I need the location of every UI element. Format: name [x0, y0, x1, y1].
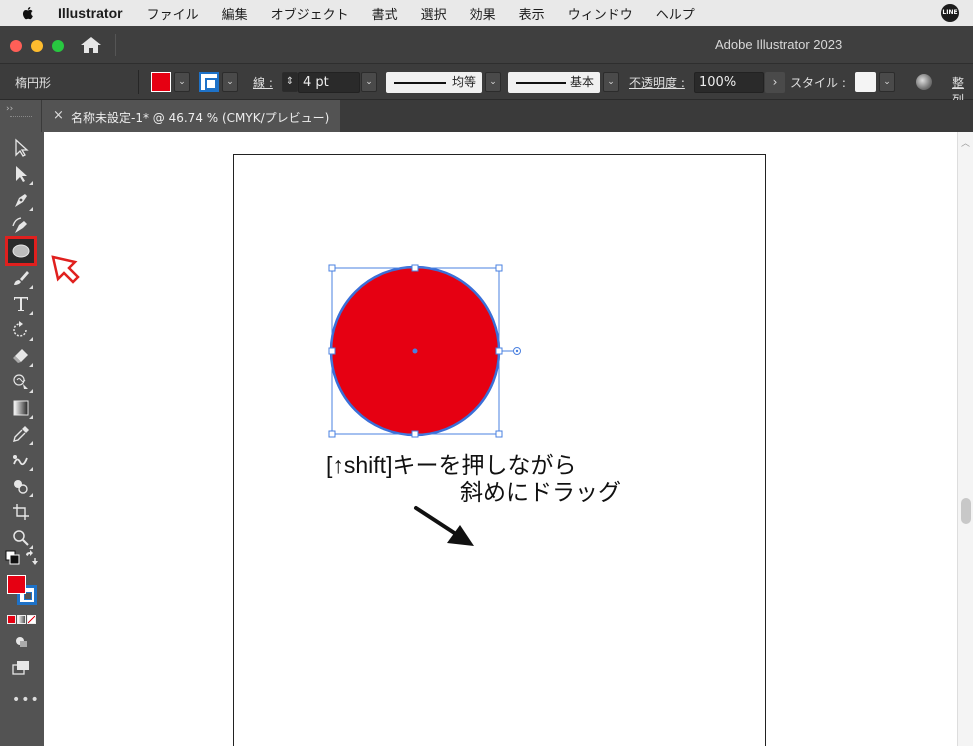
scrollbar-thumb[interactable] — [961, 498, 971, 524]
menu-type[interactable]: 書式 — [372, 4, 398, 23]
recolor-artwork-icon[interactable] — [916, 74, 932, 90]
drag-arrow-head — [447, 525, 474, 546]
brush-label: 基本 — [569, 75, 594, 89]
brush-definition-select[interactable]: 基本 — [508, 72, 600, 93]
collapse-dock-icon[interactable]: ›› — [6, 104, 13, 114]
annotation-line-1: [↑shift]キーを押しながら — [326, 452, 577, 478]
direct-selection-tool-icon[interactable] — [8, 162, 34, 186]
close-tab-icon[interactable]: × — [53, 108, 64, 123]
fill-color-box[interactable] — [7, 575, 26, 594]
canvas-overlay — [328, 264, 521, 546]
selection-tool-icon[interactable] — [8, 136, 34, 160]
stroke-profile-select[interactable]: 均等 — [386, 72, 482, 93]
menu-window[interactable]: ウィンドウ — [568, 4, 633, 23]
stroke-weight-stepper-icon[interactable]: ⇕ — [282, 72, 298, 92]
stroke-weight-chevron-icon[interactable]: ⌄ — [361, 72, 377, 92]
handle-bottom-left[interactable] — [328, 430, 336, 438]
opacity-arrow-icon[interactable]: › — [765, 72, 785, 93]
menu-help[interactable]: ヘルプ — [656, 4, 695, 23]
screen-mode-icon[interactable] — [8, 656, 34, 680]
menu-file[interactable]: ファイル — [147, 4, 199, 23]
pie-widget-dot — [515, 349, 519, 353]
eyedropper-tool-icon[interactable] — [8, 422, 34, 446]
curvature-tool-icon[interactable] — [8, 214, 34, 238]
color-mode-icon[interactable] — [7, 615, 16, 624]
stroke-profile-label: 均等 — [451, 75, 476, 89]
handle-top-center[interactable] — [411, 264, 419, 272]
minimize-window-button[interactable] — [31, 40, 43, 52]
menu-select[interactable]: 選択 — [421, 4, 447, 23]
stroke-label[interactable]: 線 : — [253, 74, 273, 91]
artboard-tool-icon[interactable] — [8, 500, 34, 524]
annotation-line-2: 斜めにドラッグ — [460, 479, 621, 505]
control-bar: 楕円形 ⌄ ⌄ 線 : ⇕ 4 pt ⌄ 均等 ⌄ 基本 ⌄ 不透明度 : 10… — [0, 64, 973, 107]
document-tab-bar: × 名称未設定-1* @ 46.74 % (CMYK/プレビュー) — [42, 100, 973, 132]
none-mode-icon[interactable] — [27, 615, 36, 624]
blend-tool-icon[interactable] — [8, 448, 34, 472]
title-separator — [115, 34, 116, 56]
document-tab-title: 名称未設定-1* @ 46.74 % (CMYK/プレビュー) — [71, 111, 330, 125]
drag-direction-arrow — [414, 506, 461, 538]
default-colors-icon[interactable] — [5, 550, 21, 566]
swap-colors-icon[interactable] — [23, 550, 39, 566]
handle-top-left[interactable] — [328, 264, 336, 272]
stroke-dropdown-chevron-icon[interactable]: ⌄ — [222, 72, 238, 92]
document-tab[interactable]: × 名称未設定-1* @ 46.74 % (CMYK/プレビュー) — [42, 100, 340, 132]
handle-middle-left[interactable] — [328, 347, 336, 355]
menu-effect[interactable]: 効果 — [470, 4, 496, 23]
scroll-up-chevron-icon[interactable]: ︿ — [961, 136, 970, 149]
handle-bottom-center[interactable] — [411, 430, 419, 438]
menu-object[interactable]: オブジェクト — [271, 4, 349, 23]
stroke-weight-input[interactable]: 4 pt — [298, 72, 360, 93]
center-point — [412, 348, 418, 354]
graphic-style-swatch[interactable] — [855, 72, 876, 92]
current-tool-name: 楕円形 — [15, 76, 52, 90]
menu-edit[interactable]: 編集 — [222, 4, 248, 23]
brush-chevron-icon[interactable]: ⌄ — [603, 72, 619, 92]
menu-bar: Illustrator ファイル 編集 オブジェクト 書式 選択 効果 表示 ウ… — [0, 0, 973, 26]
pointer-arrow-icon — [51, 255, 80, 284]
type-tool-icon[interactable] — [8, 292, 34, 316]
gradient-tool-icon[interactable] — [8, 396, 34, 420]
handle-top-right[interactable] — [495, 264, 503, 272]
opacity-label[interactable]: 不透明度 : — [629, 74, 685, 91]
window-title-bar: Adobe Illustrator 2023 — [0, 26, 973, 64]
stroke-profile-preview — [394, 82, 446, 84]
warp-tool-icon[interactable] — [8, 370, 34, 394]
apple-icon[interactable] — [20, 5, 36, 21]
ellipse-tool-icon[interactable] — [5, 236, 37, 266]
style-chevron-icon[interactable]: ⌄ — [879, 72, 895, 92]
vertical-scrollbar[interactable]: ︿ — [957, 132, 973, 746]
gradient-mode-icon[interactable] — [17, 615, 26, 624]
close-window-button[interactable] — [10, 40, 22, 52]
stroke-profile-chevron-icon[interactable]: ⌄ — [485, 72, 501, 92]
home-icon[interactable] — [80, 36, 102, 54]
paintbrush-tool-icon[interactable] — [8, 266, 34, 290]
eraser-tool-icon[interactable] — [8, 344, 34, 368]
fill-dropdown-chevron-icon[interactable]: ⌄ — [174, 72, 190, 92]
edit-toolbar-icon[interactable]: ••• — [12, 692, 40, 708]
shape-builder-tool-icon[interactable] — [8, 474, 34, 498]
brush-preview — [516, 82, 566, 84]
style-label: スタイル : — [790, 76, 846, 90]
handle-middle-right[interactable] — [495, 347, 503, 355]
tools-panel: ••• — [0, 132, 42, 746]
handle-bottom-right[interactable] — [495, 430, 503, 438]
dock-grip-icon[interactable] — [10, 116, 32, 120]
menu-view[interactable]: 表示 — [519, 4, 545, 23]
canvas-area[interactable]: [↑shift]キーを押しながら 斜めにドラッグ — [44, 132, 957, 746]
draw-mode-icon[interactable] — [8, 630, 34, 654]
pen-tool-icon[interactable] — [8, 188, 34, 212]
opacity-input[interactable]: 100% — [694, 72, 764, 93]
rotate-tool-icon[interactable] — [8, 318, 34, 342]
line-app-icon[interactable]: LINE — [941, 4, 959, 22]
stroke-color-swatch[interactable] — [199, 72, 219, 92]
app-menu[interactable]: Illustrator — [58, 5, 123, 21]
maximize-window-button[interactable] — [52, 40, 64, 52]
control-separator — [138, 70, 139, 94]
zoom-tool-icon[interactable] — [8, 526, 34, 550]
window-title: Adobe Illustrator 2023 — [715, 37, 843, 52]
fill-color-swatch[interactable] — [151, 72, 171, 92]
